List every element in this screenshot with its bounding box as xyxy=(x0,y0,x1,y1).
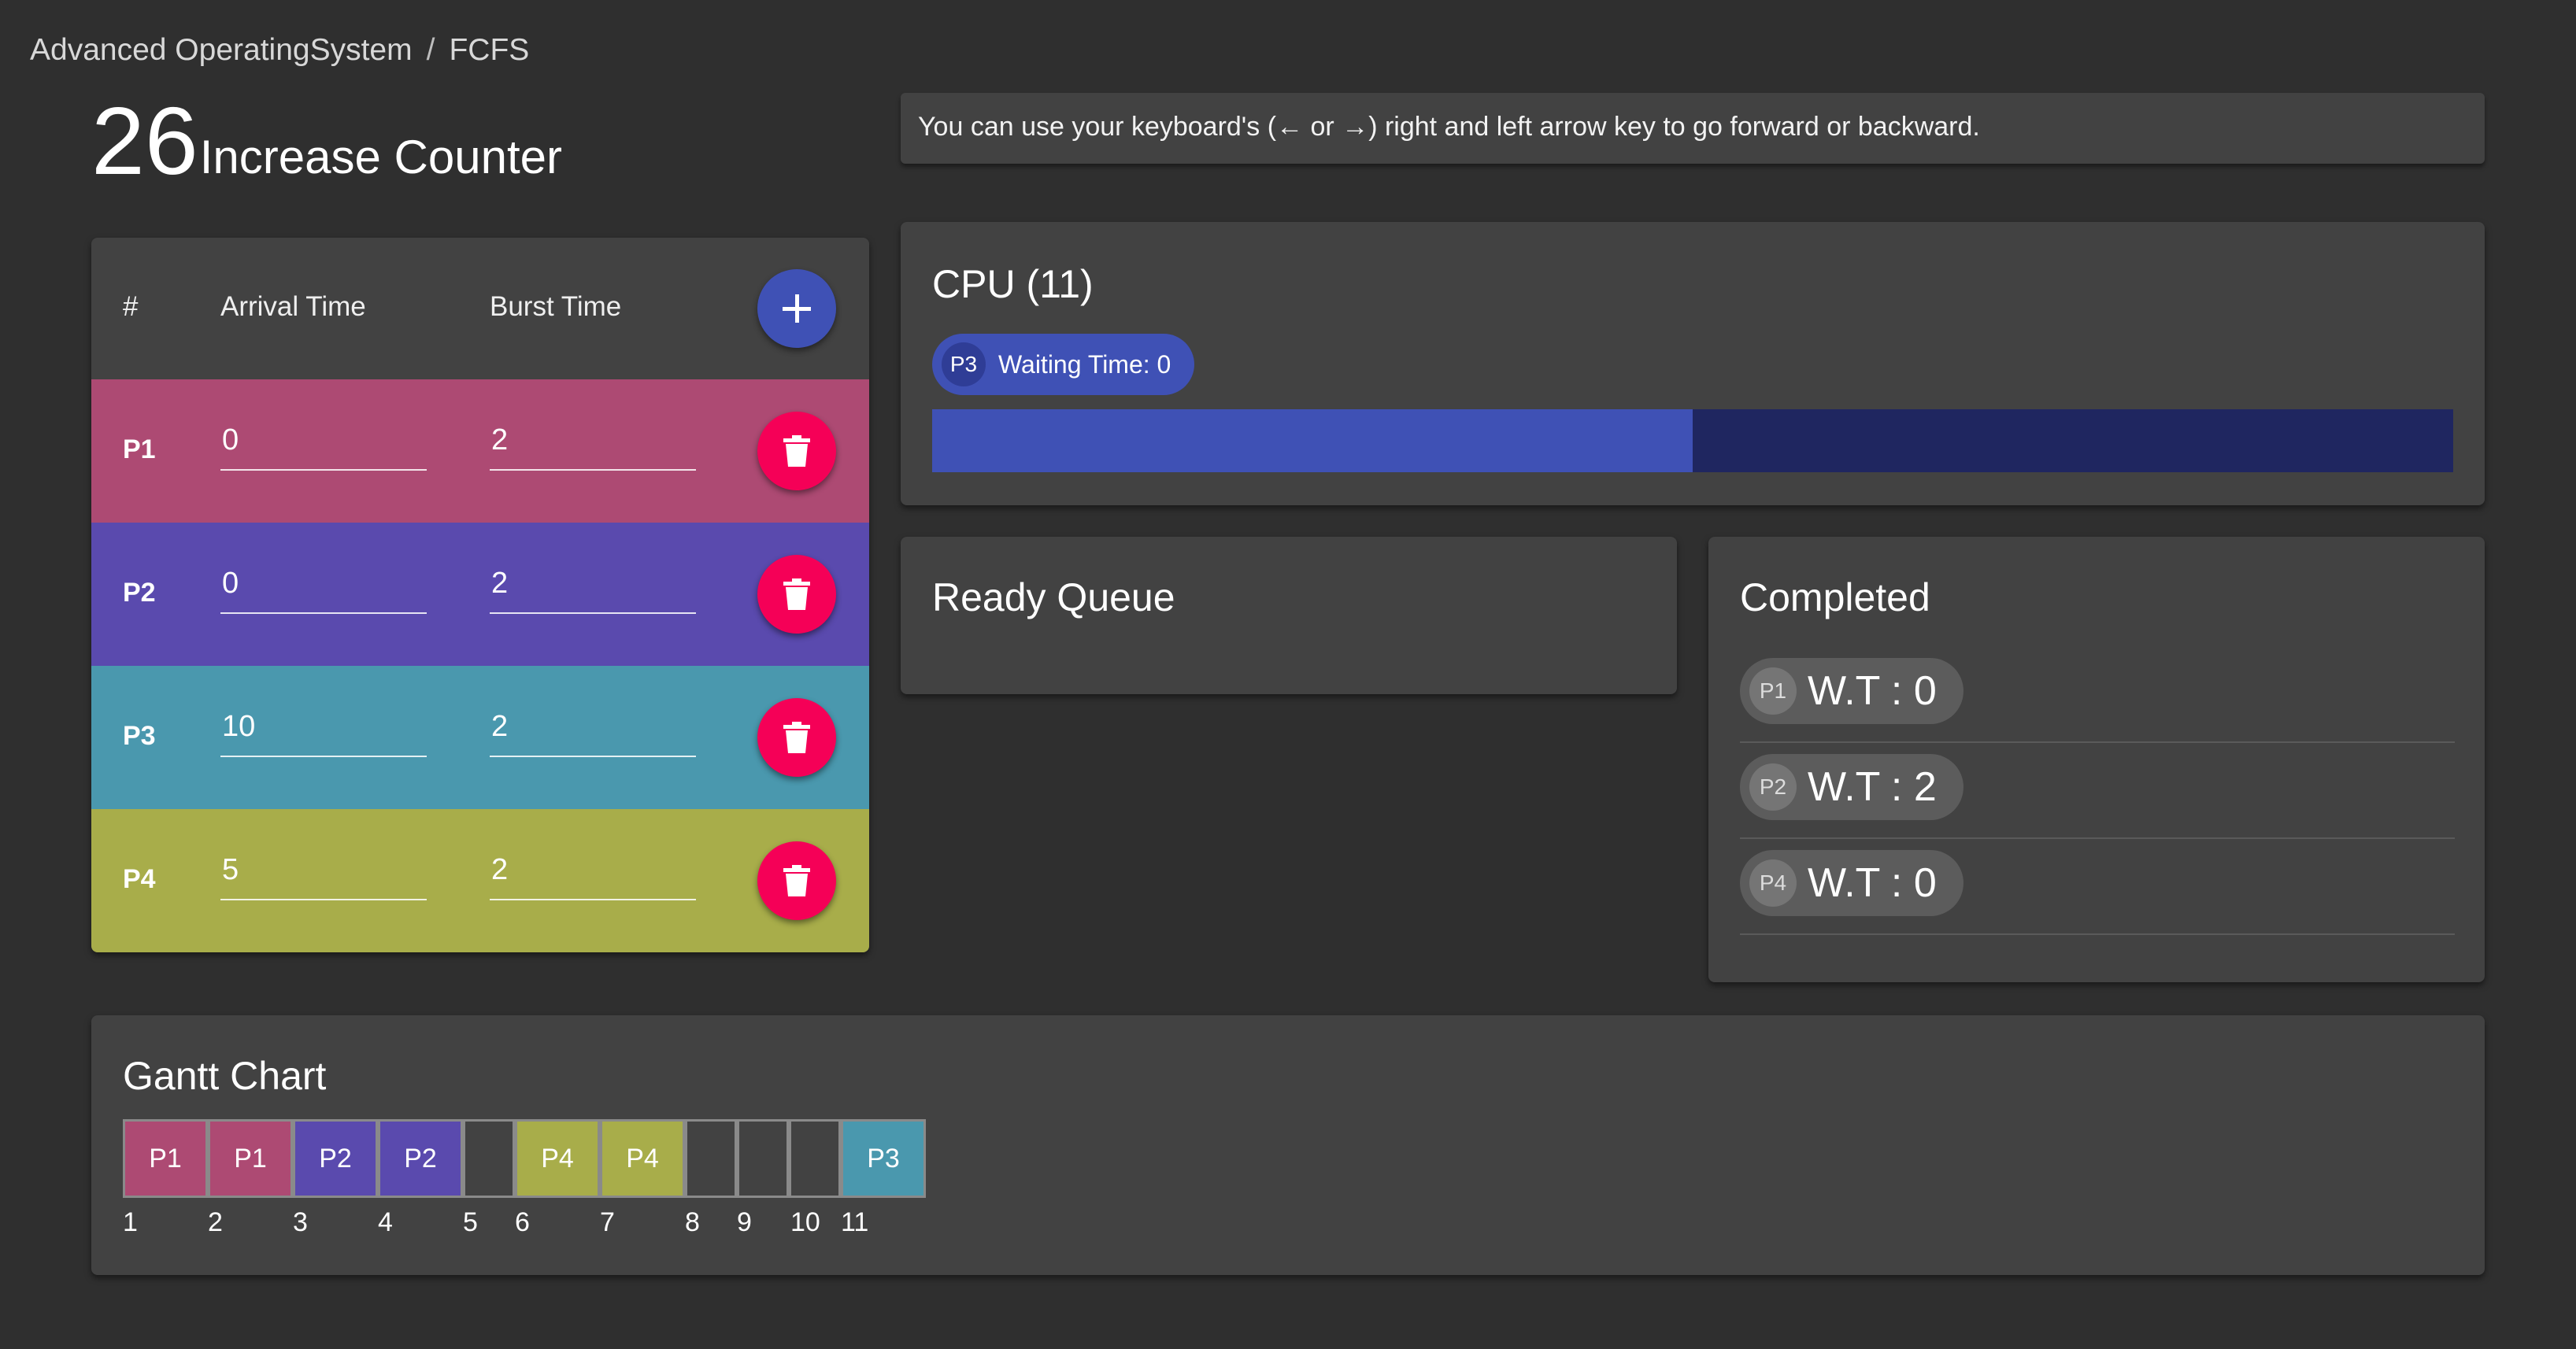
process-row: P2 0 2 xyxy=(91,523,869,666)
process-id: P3 xyxy=(123,721,156,751)
burst-time-value: 2 xyxy=(491,710,509,743)
arrival-time-input[interactable]: 0 xyxy=(220,562,427,614)
gantt-tick-label: 1 xyxy=(123,1207,138,1237)
gantt-tick-label: 10 xyxy=(790,1207,820,1237)
gantt-tick-label: 5 xyxy=(463,1207,478,1237)
process-id: P4 xyxy=(123,864,156,894)
waiting-time-value: W.T : 2 xyxy=(1808,764,1937,810)
gantt-tick-label: 9 xyxy=(737,1207,752,1237)
trash-icon xyxy=(783,578,810,610)
cpu-progress-fill xyxy=(932,409,1693,472)
trash-icon xyxy=(783,722,810,753)
counter-value: 26 xyxy=(91,87,198,194)
cpu-progress-bar xyxy=(932,409,2453,472)
completed-title: Completed xyxy=(1740,575,1930,619)
gantt-title: Gantt Chart xyxy=(123,1054,327,1098)
process-id: P1 xyxy=(123,434,156,464)
burst-time-input[interactable]: 2 xyxy=(490,419,696,471)
process-row: P3 10 2 xyxy=(91,666,869,809)
delete-process-button[interactable] xyxy=(757,412,836,490)
trash-icon xyxy=(783,435,810,467)
gantt-cell: P2 xyxy=(378,1119,463,1198)
column-header-burst: Burst Time xyxy=(490,291,622,322)
gantt-cell xyxy=(463,1119,515,1198)
counter-label: Increase Counter xyxy=(199,131,562,183)
gantt-cell: P1 xyxy=(208,1119,293,1198)
arrival-time-value: 5 xyxy=(222,853,239,886)
completed-panel: Completed P1 W.T : 0 P2 W.T : 2 P4 W.T : 0 xyxy=(1708,537,2485,982)
cpu-process-chip: P3 Waiting Time: 0 xyxy=(932,334,1195,395)
process-table: # Arrival Time Burst Time P1 0 2 P2 0 2 P3 10 2 P… xyxy=(91,238,869,952)
completed-chip: P2 W.T : 2 xyxy=(1740,754,1963,820)
gantt-tick-label: 6 xyxy=(515,1207,530,1237)
increase-counter[interactable]: 26 Increase Counter xyxy=(91,93,562,189)
gantt-tick-label: 4 xyxy=(378,1207,393,1237)
arrival-time-value: 0 xyxy=(222,567,239,600)
waiting-time-label: Waiting Time: 0 xyxy=(998,349,1171,379)
ready-queue-title: Ready Queue xyxy=(932,575,1175,619)
gantt-cell xyxy=(737,1119,789,1198)
keyboard-hint: You can use your keyboard's (← or →) rig… xyxy=(901,93,2485,164)
burst-time-input[interactable]: 2 xyxy=(490,562,696,614)
process-row: P4 5 2 xyxy=(91,809,869,952)
arrival-time-value: 10 xyxy=(222,710,256,743)
gantt-tick-label: 8 xyxy=(685,1207,700,1237)
completed-chip: P4 W.T : 0 xyxy=(1740,850,1963,916)
arrival-time-input[interactable]: 5 xyxy=(220,848,427,900)
burst-time-value: 2 xyxy=(491,423,509,456)
completed-item: P1 W.T : 0 xyxy=(1740,645,2455,743)
gantt-cell: P4 xyxy=(515,1119,600,1198)
waiting-time-value: W.T : 0 xyxy=(1808,668,1937,714)
gantt-tick-label: 2 xyxy=(208,1207,223,1237)
burst-time-input[interactable]: 2 xyxy=(490,705,696,757)
breadcrumb-current-page: FCFS xyxy=(449,33,530,67)
gantt-tick-label: 3 xyxy=(293,1207,308,1237)
table-header: # Arrival Time Burst Time xyxy=(91,238,869,379)
delete-process-button[interactable] xyxy=(757,555,836,634)
gantt-tick-label: 7 xyxy=(600,1207,615,1237)
gantt-cell xyxy=(685,1119,737,1198)
gantt-cell: P2 xyxy=(293,1119,378,1198)
breadcrumb-app-link[interactable]: Advanced OperatingSystem xyxy=(30,33,413,68)
gantt-cell: P3 xyxy=(841,1119,926,1198)
ready-queue-panel: Ready Queue xyxy=(901,537,1677,694)
plus-icon xyxy=(783,294,811,323)
column-header-id: # xyxy=(123,291,139,322)
breadcrumb-separator: / xyxy=(426,33,435,67)
cpu-panel: CPU (11) P3 Waiting Time: 0 xyxy=(901,222,2485,505)
gantt-tick-label: 11 xyxy=(841,1207,869,1237)
gantt-chart-panel: Gantt Chart P1 P1 P2 P2 P4 P4 P3 1 2 3 4 5 6 7 8 9 10 11 xyxy=(91,1015,2485,1275)
waiting-time-value: W.T : 0 xyxy=(1808,860,1937,906)
burst-time-value: 2 xyxy=(491,853,509,886)
burst-time-value: 2 xyxy=(491,567,509,600)
arrival-time-input[interactable]: 0 xyxy=(220,419,427,471)
process-avatar: P3 xyxy=(942,342,986,386)
arrival-time-input[interactable]: 10 xyxy=(220,705,427,757)
trash-icon xyxy=(783,865,810,896)
process-row: P1 0 2 xyxy=(91,379,869,523)
column-header-arrival: Arrival Time xyxy=(220,291,366,322)
arrival-time-value: 0 xyxy=(222,423,239,456)
gantt-cell xyxy=(789,1119,841,1198)
gantt-cell: P4 xyxy=(600,1119,685,1198)
completed-chip: P1 W.T : 0 xyxy=(1740,658,1963,724)
completed-item: P2 W.T : 2 xyxy=(1740,741,2455,839)
process-avatar: P4 xyxy=(1749,859,1797,907)
burst-time-input[interactable]: 2 xyxy=(490,848,696,900)
cpu-title: CPU (11) xyxy=(932,262,1094,306)
breadcrumb: Advanced OperatingSystem / FCFS xyxy=(30,33,529,68)
process-id: P2 xyxy=(123,578,156,608)
completed-item: P4 W.T : 0 xyxy=(1740,837,2455,935)
process-avatar: P1 xyxy=(1749,667,1797,715)
process-avatar: P2 xyxy=(1749,763,1797,811)
gantt-cell: P1 xyxy=(123,1119,208,1198)
delete-process-button[interactable] xyxy=(757,841,836,920)
delete-process-button[interactable] xyxy=(757,698,836,777)
add-process-button[interactable] xyxy=(757,269,836,348)
